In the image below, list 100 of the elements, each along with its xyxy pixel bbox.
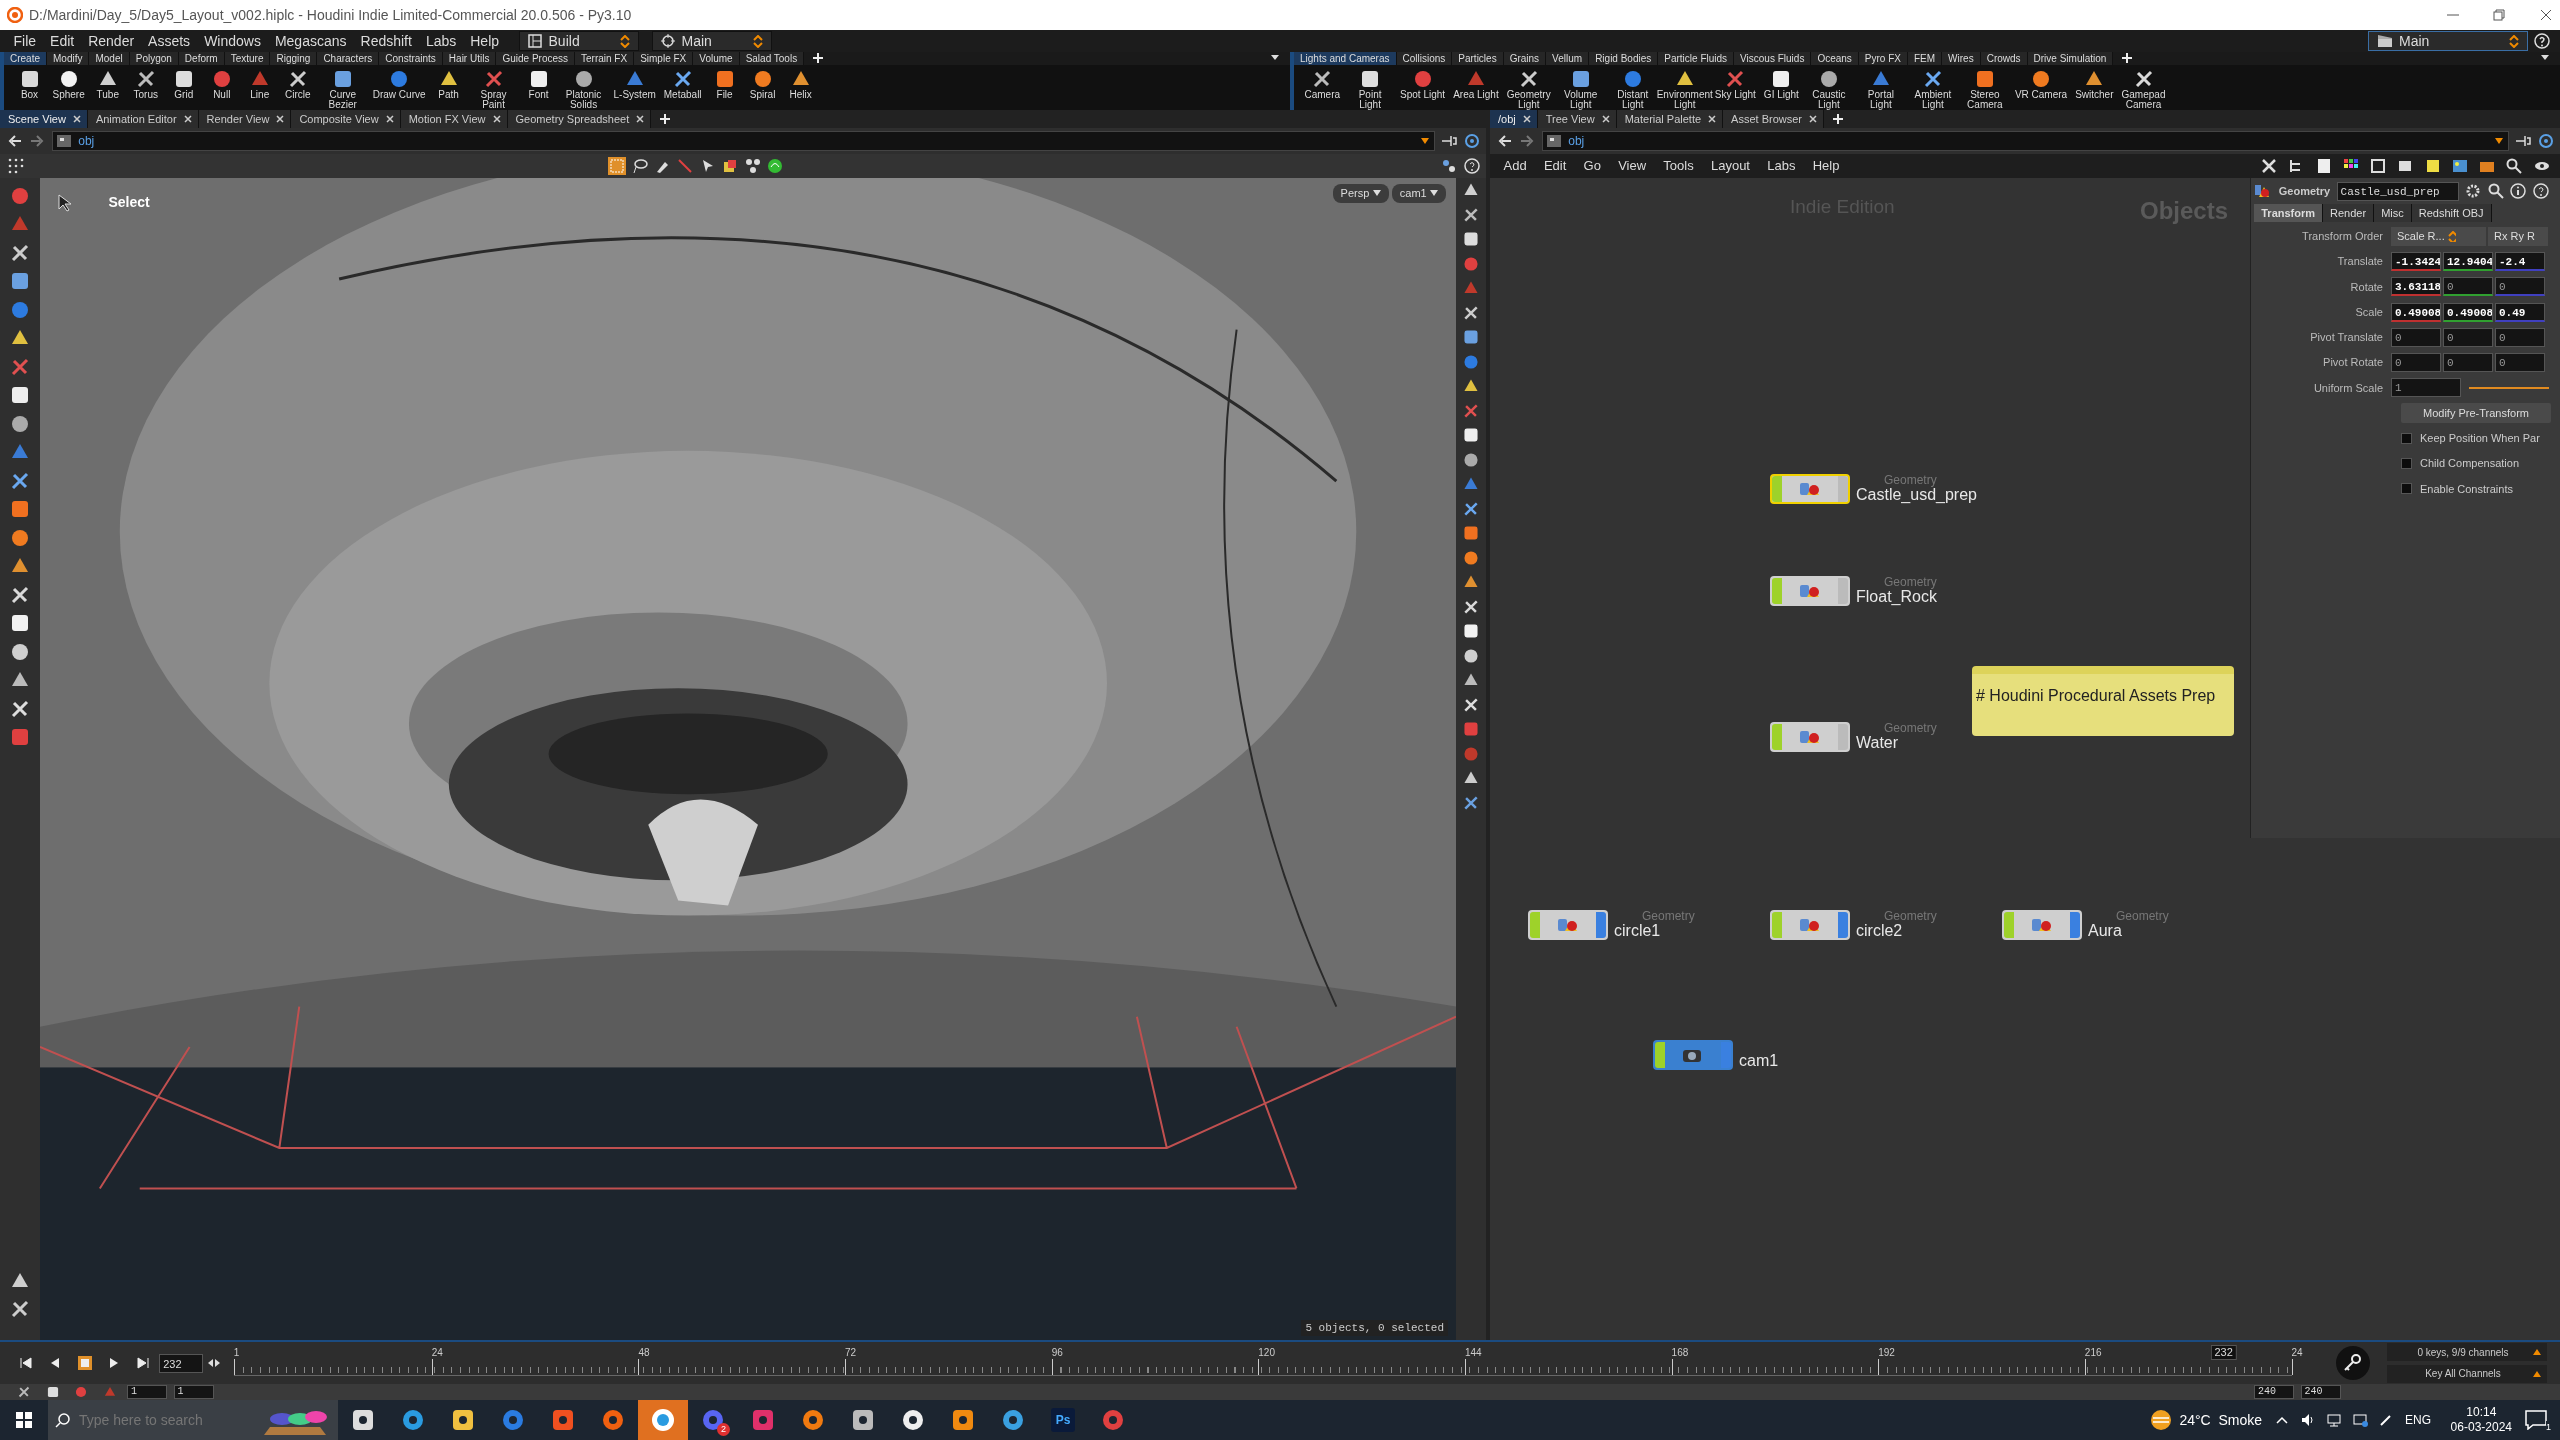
range-field[interactable]: 1 [127, 1385, 167, 1399]
shelf-tool[interactable]: Stereo Camera [1958, 68, 2011, 111]
pane-tab[interactable]: Render View [198, 110, 292, 128]
clock-time[interactable]: 10:14 [2466, 1405, 2497, 1420]
shelf-tab[interactable]: Crowds [1980, 52, 2028, 65]
shelf-tab[interactable]: Grains [1503, 52, 1547, 65]
shelf-tab[interactable]: Modify [47, 52, 90, 65]
shelf-tab[interactable]: Simple FX [634, 52, 694, 65]
shelf-tool[interactable]: Line [240, 68, 279, 101]
order-dropdown[interactable]: Scale R... [2391, 227, 2486, 246]
menu-item[interactable]: File [6, 30, 44, 52]
desktop-dropdown[interactable]: Main [2367, 31, 2528, 51]
frame-field[interactable]: 232 [159, 1353, 204, 1373]
menu-item[interactable]: Assets [141, 30, 198, 52]
shelf-tab[interactable]: Deform [178, 52, 225, 65]
value-field[interactable]: 0 [2443, 277, 2493, 297]
shelf-tool[interactable]: Gamepad Camera [2117, 68, 2170, 111]
shelf-tool[interactable]: Sphere [48, 68, 89, 101]
search-box[interactable]: Type here to search [48, 1400, 338, 1440]
value-field[interactable]: 0 [2495, 327, 2545, 347]
language-indicator[interactable]: ENG [2405, 1411, 2432, 1429]
shelf-tab[interactable]: Pyro FX [1858, 52, 1908, 65]
menu-item[interactable]: View [1611, 156, 1654, 176]
pane-tab[interactable]: Tree View [1537, 110, 1617, 128]
value-field[interactable]: 0 [2391, 353, 2441, 372]
shelf-tool[interactable]: Font [519, 68, 558, 101]
shelf-tab[interactable]: Polygon [129, 52, 179, 65]
menu-item[interactable]: Edit [1536, 156, 1574, 176]
pane-tab[interactable]: Scene View [0, 110, 88, 128]
parameter-tab[interactable]: Transform [2254, 204, 2324, 222]
desktop-dropdown[interactable]: Build [519, 31, 640, 51]
shelf-tool[interactable]: Circle [278, 68, 317, 101]
shelf-tool[interactable]: L-System [609, 68, 660, 101]
shelf-tab[interactable]: Particle Fluids [1658, 52, 1735, 65]
value-field[interactable]: 0.49008 [2391, 302, 2441, 322]
shelf-tool[interactable]: Tube [88, 68, 127, 101]
value-field[interactable]: 0 [2495, 353, 2545, 372]
value-field[interactable]: 0.49 [2495, 302, 2545, 322]
desktop-dropdown[interactable]: Main [652, 31, 773, 51]
pane-tab[interactable]: Motion FX View [400, 110, 508, 128]
shelf-tool[interactable]: Area Light [1449, 68, 1503, 101]
menu-item[interactable]: Help [463, 30, 507, 52]
search-field[interactable]: Type here to search [77, 1408, 227, 1432]
shelf-tool[interactable]: Torus [126, 68, 165, 101]
shelf-tab[interactable]: Particles [1452, 52, 1504, 65]
shelf-tab[interactable]: Model [89, 52, 130, 65]
shelf-tab[interactable]: Hair Utils [442, 52, 497, 65]
pane-tab[interactable]: Asset Browser [1723, 110, 1825, 128]
menu-item[interactable]: Labs [418, 30, 464, 52]
path-field[interactable]: obj [51, 131, 1435, 151]
shelf-tab[interactable]: Viscous Fluids [1734, 52, 1812, 65]
shelf-tab[interactable]: Rigging [270, 52, 318, 65]
shelf-tab[interactable]: Guide Process [496, 52, 575, 65]
menu-item[interactable]: Layout [1703, 156, 1757, 176]
shelf-tool[interactable]: VR Camera [2010, 68, 2072, 101]
value-field[interactable]: 12.9404 [2443, 252, 2493, 271]
key-dropdown[interactable]: 0 keys, 9/9 channels [2387, 1343, 2547, 1362]
taskbar-app[interactable]: 2 [688, 1400, 738, 1440]
shelf-tab[interactable]: Collisions [1396, 52, 1453, 65]
shelf-tab[interactable]: Oceans [1811, 52, 1859, 65]
menu-item[interactable]: Labs [1760, 156, 1803, 176]
shelf-tool[interactable]: Null [202, 68, 241, 101]
shelf-tool[interactable]: Helix [781, 68, 820, 101]
menu-item[interactable]: Redshift [353, 30, 419, 52]
view-dropdown[interactable]: cam1 [1391, 184, 1446, 203]
value-field[interactable]: -1.3424 [2391, 252, 2441, 271]
range-field[interactable]: 240 [2300, 1385, 2341, 1399]
shelf-tab[interactable]: Drive Simulation [2027, 52, 2114, 65]
pane-tab[interactable]: Animation Editor [87, 110, 199, 128]
shelf-tool[interactable]: File [705, 68, 744, 101]
value-field[interactable]: 0 [2443, 327, 2493, 347]
shelf-tool[interactable]: Camera [1300, 68, 1345, 101]
modify-button[interactable]: Modify Pre-Transform [2401, 402, 2551, 424]
shelf-tool[interactable]: Switcher [2071, 68, 2118, 101]
shelf-tab[interactable]: Wires [1942, 52, 1981, 65]
shelf-tool[interactable]: Portal Light [1854, 68, 1907, 111]
menu-item[interactable]: Edit [43, 30, 82, 52]
value-field[interactable]: 0 [2495, 277, 2545, 297]
value-field[interactable]: 3.63118 [2391, 277, 2441, 297]
menu-item[interactable]: Go [1576, 156, 1608, 176]
shelf-tool[interactable]: Draw Curve [368, 68, 430, 101]
menu-item[interactable]: Megascans [267, 30, 354, 52]
shelf-tab[interactable]: Terrain FX [575, 52, 635, 65]
shelf-tab[interactable]: Vellum [1546, 52, 1590, 65]
sticky-note[interactable]: # Houdini Procedural Assets Prep [1972, 666, 2234, 736]
shelf-tool[interactable]: Box [10, 68, 49, 101]
shelf-tool[interactable]: Ambient Light [1906, 68, 1959, 111]
shelf-tab[interactable]: Characters [317, 52, 380, 65]
shelf-tab[interactable]: FEM [1908, 52, 1943, 65]
value-field[interactable]: 0 [2391, 327, 2441, 347]
range-field[interactable]: 240 [2254, 1385, 2294, 1399]
value-field[interactable]: 0 [2443, 353, 2493, 372]
key-dropdown[interactable]: Key All Channels [2387, 1364, 2547, 1383]
shelf-tool[interactable]: Geometry Light [1502, 68, 1555, 111]
menu-item[interactable]: Tools [1656, 156, 1701, 176]
shelf-tool[interactable]: Volume Light [1554, 68, 1607, 111]
shelf-tool[interactable]: Environment Light [1658, 68, 1711, 111]
order-dropdown[interactable]: Rx Ry R [2488, 227, 2548, 246]
shelf-tool[interactable]: Caustic Light [1802, 68, 1855, 111]
taskbar-app[interactable]: Ps [1038, 1400, 1088, 1440]
